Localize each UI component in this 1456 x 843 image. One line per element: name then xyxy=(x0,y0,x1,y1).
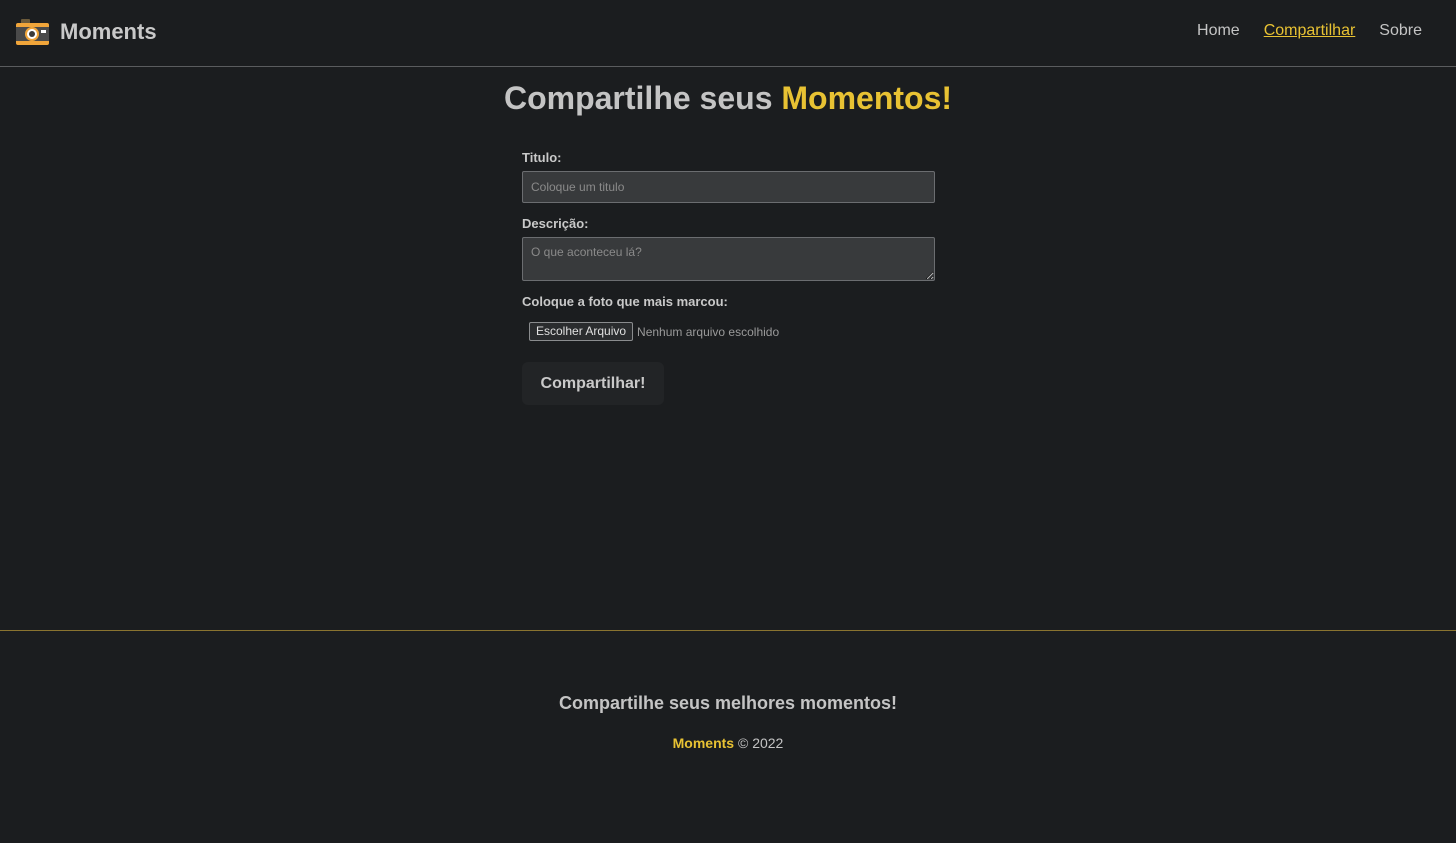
main-nav: Home Compartilhar Sobre xyxy=(1197,22,1422,40)
descricao-textarea[interactable] xyxy=(522,237,935,281)
footer: Compartilhe seus melhores momentos! Mome… xyxy=(0,630,1456,843)
titulo-input[interactable] xyxy=(522,171,935,203)
descricao-label: Descrição: xyxy=(522,216,589,231)
file-input: Escolher Arquivo Nenhum arquivo escolhid… xyxy=(529,322,779,341)
page-title-prefix: Compartilhe seus xyxy=(503,80,782,116)
nav-link-compartilhar[interactable]: Compartilhar xyxy=(1264,22,1356,40)
page-title: Compartilhe seus Momentos! xyxy=(0,80,1456,117)
page-title-accent: Momentos! xyxy=(781,80,953,116)
descricao-field-group: Descrição: xyxy=(522,216,935,286)
footer-copy-year: © 2022 xyxy=(734,735,784,751)
foto-field-group: Coloque a foto que mais marcou: Escolher… xyxy=(522,294,779,341)
choose-file-button[interactable]: Escolher Arquivo xyxy=(529,322,634,341)
titulo-label: Titulo: xyxy=(522,150,562,165)
nav-link-home[interactable]: Home xyxy=(1197,22,1240,40)
footer-tagline: Compartilhe seus melhores momentos! xyxy=(558,693,898,713)
file-status-text: Nenhum arquivo escolhido xyxy=(637,324,780,339)
brand-name: Moments xyxy=(60,19,157,44)
nav-link-sobre[interactable]: Sobre xyxy=(1379,22,1422,40)
camera-icon xyxy=(15,18,50,46)
titulo-field-group: Titulo: xyxy=(522,150,935,203)
compartilhar-submit-button[interactable]: Compartilhar! xyxy=(522,362,664,405)
top-navbar: Moments Home Compartilhar Sobre xyxy=(0,0,1456,67)
footer-copyright: Moments © 2022 xyxy=(0,735,1456,751)
foto-label: Coloque a foto que mais marcou: xyxy=(522,294,728,309)
brand-logo-link[interactable]: Moments xyxy=(15,18,157,46)
footer-brand: Moments xyxy=(672,735,735,751)
